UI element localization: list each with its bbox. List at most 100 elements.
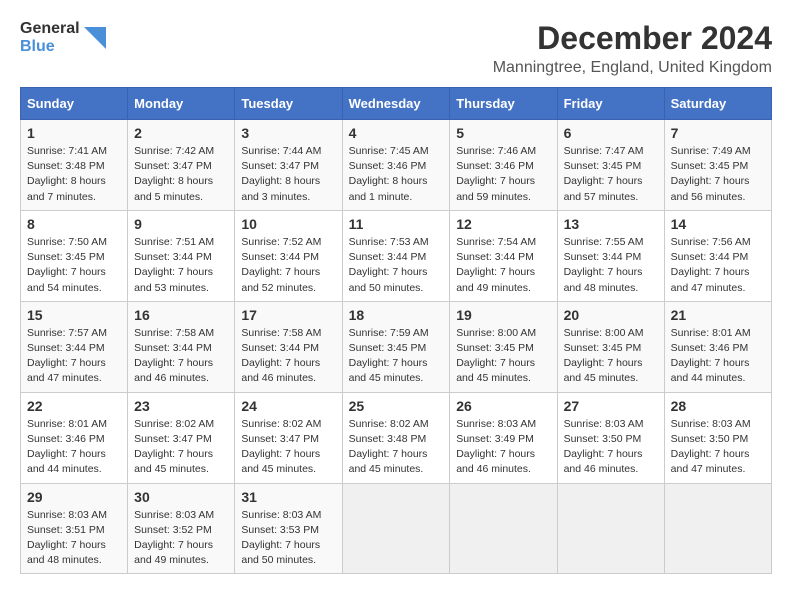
sunset-text: Sunset: 3:50 PM xyxy=(671,433,749,445)
sunrise-text: Sunrise: 8:03 AM xyxy=(456,418,536,430)
sunset-text: Sunset: 3:44 PM xyxy=(564,251,642,263)
sunset-text: Sunset: 3:49 PM xyxy=(456,433,534,445)
day-number: 18 xyxy=(349,307,444,323)
daylight-text: Daylight: 7 hours and 59 minutes. xyxy=(456,175,535,202)
day-info: Sunrise: 7:58 AM Sunset: 3:44 PM Dayligh… xyxy=(241,326,335,387)
sunset-text: Sunset: 3:47 PM xyxy=(241,160,319,172)
sunrise-text: Sunrise: 7:58 AM xyxy=(134,327,214,339)
day-info: Sunrise: 8:03 AM Sunset: 3:50 PM Dayligh… xyxy=(671,417,765,478)
daylight-text: Daylight: 7 hours and 57 minutes. xyxy=(564,175,643,202)
day-info: Sunrise: 8:02 AM Sunset: 3:47 PM Dayligh… xyxy=(134,417,228,478)
day-info: Sunrise: 7:49 AM Sunset: 3:45 PM Dayligh… xyxy=(671,144,765,205)
sunset-text: Sunset: 3:50 PM xyxy=(564,433,642,445)
day-info: Sunrise: 8:00 AM Sunset: 3:45 PM Dayligh… xyxy=(564,326,658,387)
logo-blue: Blue xyxy=(20,38,80,56)
day-number: 13 xyxy=(564,216,658,232)
calendar-header-wednesday: Wednesday xyxy=(342,88,450,120)
sunset-text: Sunset: 3:44 PM xyxy=(27,342,105,354)
daylight-text: Daylight: 7 hours and 48 minutes. xyxy=(27,539,106,566)
calendar-cell: 31 Sunrise: 8:03 AM Sunset: 3:53 PM Dayl… xyxy=(235,483,342,574)
sunrise-text: Sunrise: 8:02 AM xyxy=(134,418,214,430)
day-number: 28 xyxy=(671,398,765,414)
day-info: Sunrise: 7:57 AM Sunset: 3:44 PM Dayligh… xyxy=(27,326,121,387)
daylight-text: Daylight: 8 hours and 1 minute. xyxy=(349,175,428,202)
page-title: December 2024 xyxy=(493,20,772,57)
sunrise-text: Sunrise: 8:02 AM xyxy=(349,418,429,430)
daylight-text: Daylight: 8 hours and 7 minutes. xyxy=(27,175,106,202)
page-header: General Blue December 2024 Manningtree, … xyxy=(20,20,772,77)
sunset-text: Sunset: 3:47 PM xyxy=(134,433,212,445)
calendar-cell: 13 Sunrise: 7:55 AM Sunset: 3:44 PM Dayl… xyxy=(557,210,664,301)
sunrise-text: Sunrise: 8:02 AM xyxy=(241,418,321,430)
calendar-cell: 25 Sunrise: 8:02 AM Sunset: 3:48 PM Dayl… xyxy=(342,392,450,483)
calendar-cell: 10 Sunrise: 7:52 AM Sunset: 3:44 PM Dayl… xyxy=(235,210,342,301)
sunset-text: Sunset: 3:53 PM xyxy=(241,524,319,536)
day-number: 12 xyxy=(456,216,550,232)
day-number: 21 xyxy=(671,307,765,323)
day-number: 14 xyxy=(671,216,765,232)
sunrise-text: Sunrise: 8:01 AM xyxy=(671,327,751,339)
logo-text: General Blue xyxy=(20,20,80,55)
sunset-text: Sunset: 3:48 PM xyxy=(27,160,105,172)
calendar-cell: 6 Sunrise: 7:47 AM Sunset: 3:45 PM Dayli… xyxy=(557,120,664,211)
day-number: 16 xyxy=(134,307,228,323)
sunset-text: Sunset: 3:44 PM xyxy=(134,342,212,354)
calendar-header-saturday: Saturday xyxy=(664,88,771,120)
daylight-text: Daylight: 7 hours and 45 minutes. xyxy=(456,357,535,384)
sunrise-text: Sunrise: 8:03 AM xyxy=(671,418,751,430)
calendar-cell: 16 Sunrise: 7:58 AM Sunset: 3:44 PM Dayl… xyxy=(128,301,235,392)
calendar-week-row: 8 Sunrise: 7:50 AM Sunset: 3:45 PM Dayli… xyxy=(21,210,772,301)
sunrise-text: Sunrise: 8:03 AM xyxy=(27,509,107,521)
calendar-cell: 7 Sunrise: 7:49 AM Sunset: 3:45 PM Dayli… xyxy=(664,120,771,211)
sunset-text: Sunset: 3:45 PM xyxy=(456,342,534,354)
daylight-text: Daylight: 8 hours and 3 minutes. xyxy=(241,175,320,202)
daylight-text: Daylight: 7 hours and 46 minutes. xyxy=(241,357,320,384)
daylight-text: Daylight: 7 hours and 47 minutes. xyxy=(27,357,106,384)
calendar-cell: 4 Sunrise: 7:45 AM Sunset: 3:46 PM Dayli… xyxy=(342,120,450,211)
calendar-cell: 14 Sunrise: 7:56 AM Sunset: 3:44 PM Dayl… xyxy=(664,210,771,301)
sunset-text: Sunset: 3:44 PM xyxy=(671,251,749,263)
calendar-cell: 22 Sunrise: 8:01 AM Sunset: 3:46 PM Dayl… xyxy=(21,392,128,483)
sunrise-text: Sunrise: 8:03 AM xyxy=(134,509,214,521)
calendar-cell xyxy=(450,483,557,574)
sunrise-text: Sunrise: 8:01 AM xyxy=(27,418,107,430)
day-number: 3 xyxy=(241,125,335,141)
sunset-text: Sunset: 3:45 PM xyxy=(564,160,642,172)
calendar-week-row: 1 Sunrise: 7:41 AM Sunset: 3:48 PM Dayli… xyxy=(21,120,772,211)
day-info: Sunrise: 7:54 AM Sunset: 3:44 PM Dayligh… xyxy=(456,235,550,296)
calendar-cell: 23 Sunrise: 8:02 AM Sunset: 3:47 PM Dayl… xyxy=(128,392,235,483)
sunset-text: Sunset: 3:51 PM xyxy=(27,524,105,536)
daylight-text: Daylight: 7 hours and 49 minutes. xyxy=(134,539,213,566)
daylight-text: Daylight: 7 hours and 44 minutes. xyxy=(27,448,106,475)
day-info: Sunrise: 8:01 AM Sunset: 3:46 PM Dayligh… xyxy=(671,326,765,387)
sunset-text: Sunset: 3:46 PM xyxy=(27,433,105,445)
calendar-cell xyxy=(342,483,450,574)
day-info: Sunrise: 8:02 AM Sunset: 3:47 PM Dayligh… xyxy=(241,417,335,478)
day-number: 10 xyxy=(241,216,335,232)
day-info: Sunrise: 7:53 AM Sunset: 3:44 PM Dayligh… xyxy=(349,235,444,296)
sunrise-text: Sunrise: 7:52 AM xyxy=(241,236,321,248)
day-info: Sunrise: 7:59 AM Sunset: 3:45 PM Dayligh… xyxy=(349,326,444,387)
daylight-text: Daylight: 7 hours and 49 minutes. xyxy=(456,266,535,293)
daylight-text: Daylight: 7 hours and 44 minutes. xyxy=(671,357,750,384)
day-number: 8 xyxy=(27,216,121,232)
calendar-cell: 20 Sunrise: 8:00 AM Sunset: 3:45 PM Dayl… xyxy=(557,301,664,392)
title-area: December 2024 Manningtree, England, Unit… xyxy=(493,20,772,77)
sunset-text: Sunset: 3:44 PM xyxy=(456,251,534,263)
sunrise-text: Sunrise: 7:53 AM xyxy=(349,236,429,248)
calendar-cell: 30 Sunrise: 8:03 AM Sunset: 3:52 PM Dayl… xyxy=(128,483,235,574)
daylight-text: Daylight: 7 hours and 46 minutes. xyxy=(134,357,213,384)
day-info: Sunrise: 8:02 AM Sunset: 3:48 PM Dayligh… xyxy=(349,417,444,478)
day-info: Sunrise: 7:50 AM Sunset: 3:45 PM Dayligh… xyxy=(27,235,121,296)
sunrise-text: Sunrise: 7:59 AM xyxy=(349,327,429,339)
calendar-cell: 26 Sunrise: 8:03 AM Sunset: 3:49 PM Dayl… xyxy=(450,392,557,483)
calendar-cell: 17 Sunrise: 7:58 AM Sunset: 3:44 PM Dayl… xyxy=(235,301,342,392)
sunrise-text: Sunrise: 7:49 AM xyxy=(671,145,751,157)
day-info: Sunrise: 8:00 AM Sunset: 3:45 PM Dayligh… xyxy=(456,326,550,387)
calendar-header-friday: Friday xyxy=(557,88,664,120)
sunrise-text: Sunrise: 8:03 AM xyxy=(564,418,644,430)
calendar-cell: 5 Sunrise: 7:46 AM Sunset: 3:46 PM Dayli… xyxy=(450,120,557,211)
daylight-text: Daylight: 7 hours and 54 minutes. xyxy=(27,266,106,293)
day-info: Sunrise: 7:55 AM Sunset: 3:44 PM Dayligh… xyxy=(564,235,658,296)
day-number: 1 xyxy=(27,125,121,141)
